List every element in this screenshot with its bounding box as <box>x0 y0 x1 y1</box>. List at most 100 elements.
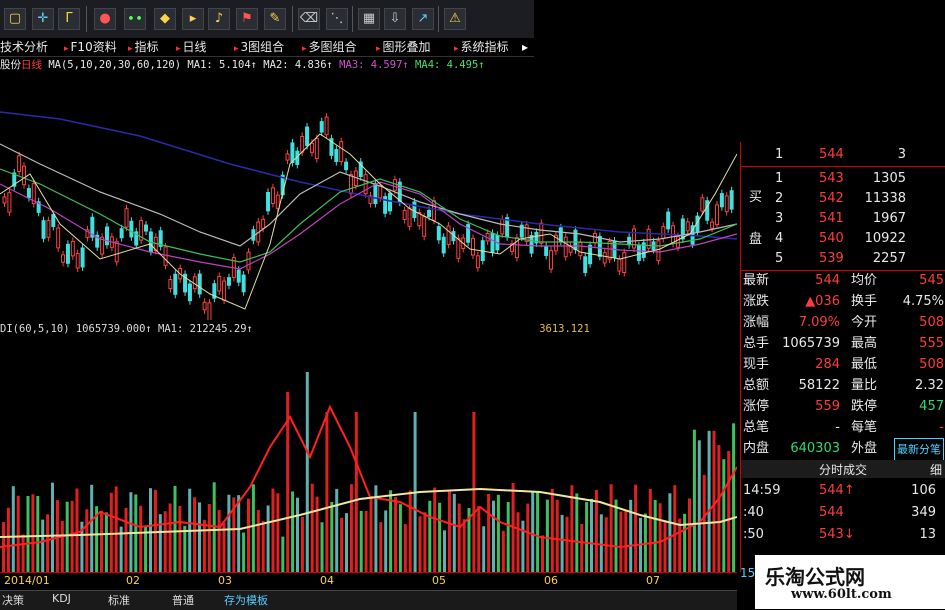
bell-icon[interactable]: ♪ <box>208 8 230 30</box>
tab-kdj[interactable]: KDJ <box>52 592 71 605</box>
volume-bar <box>732 423 736 572</box>
volume-bar <box>394 497 397 572</box>
buy-row: 1 543 1305 <box>775 171 906 186</box>
watermark: 乐淘公式网 www.60lt.com <box>755 555 945 609</box>
volume-bar <box>457 503 461 572</box>
signal-icon[interactable]: ⋱ <box>326 8 348 30</box>
warning-icon[interactable]: ⚠ <box>444 8 466 30</box>
volume-bar <box>452 493 456 572</box>
date-axis: 2014/01 02 03 04 05 06 07 <box>0 572 737 591</box>
tab-normal[interactable]: 普通 <box>172 592 194 608</box>
volume-bar <box>379 522 383 572</box>
indicator-dots-icon[interactable]: ∙∙ <box>124 8 146 30</box>
stat-row: 涨跌 ▲036 换手 4.75% <box>743 294 944 309</box>
candle-body <box>636 245 641 261</box>
volume-bar <box>550 488 554 572</box>
flag-icon[interactable]: ⚑ <box>236 8 258 30</box>
candle-body <box>75 253 80 269</box>
tab-decision[interactable]: 决策 <box>2 592 24 608</box>
volume-bar <box>325 412 329 572</box>
volume-bar <box>335 488 339 572</box>
volume-bar <box>712 430 716 572</box>
menu-indicator[interactable]: ▸ 指标 <box>128 38 159 56</box>
menu-period[interactable]: ▸ 日线 <box>176 38 207 56</box>
tab-save-template[interactable]: 存为模板 <box>224 592 268 608</box>
menu-multi-charts[interactable]: ▸ 多图组合 <box>302 38 357 56</box>
crosshair-icon[interactable]: ✛ <box>32 8 54 30</box>
candlestick-chart[interactable] <box>0 74 737 320</box>
volume-bar <box>124 507 128 572</box>
volume-bar <box>281 536 285 572</box>
candle-body <box>388 192 393 212</box>
candle-body <box>241 274 246 293</box>
volume-bar <box>692 429 696 572</box>
volume-bar <box>271 488 275 572</box>
diamond-icon[interactable]: ◆ <box>154 8 176 30</box>
candle-body <box>285 153 290 161</box>
candle-body <box>666 211 671 230</box>
toolbar: ▢ ✛ Γ ● ∙∙ ◆ ▸ ♪ ⚑ ✎ ⌫ ⋱ ▦ ⇩ ↗ ⚠ <box>0 0 534 39</box>
menu-system-indicator[interactable]: ▸ 系统指标 <box>454 38 509 56</box>
candle-body <box>427 209 432 217</box>
volume-bar <box>560 514 564 572</box>
volume-bar <box>310 483 314 572</box>
stat-row: 最新 544 均价 545 <box>743 273 944 288</box>
bottom-tabs: 决策 KDJ 标准 普通 存为模板 <box>0 590 737 610</box>
tab-standard[interactable]: 标准 <box>108 592 130 608</box>
candle-body <box>392 179 397 191</box>
trend-icon[interactable]: ↗ <box>412 8 434 30</box>
volume-bar <box>433 487 437 572</box>
volume-bar <box>60 520 64 572</box>
candle-body <box>236 269 241 283</box>
date-label: 2014/01 <box>4 574 50 587</box>
volume-bar <box>109 492 113 572</box>
volume-bar <box>384 510 388 572</box>
volume-bar <box>354 412 358 572</box>
candle-body <box>41 220 46 239</box>
candle-body <box>26 188 31 199</box>
candle-body <box>622 252 627 273</box>
volume-bar <box>673 485 677 572</box>
volume-bar <box>599 514 603 572</box>
stat-row: 涨停 559 跌停 457 <box>743 399 944 414</box>
volume-bar <box>291 491 295 572</box>
volume-bar <box>403 524 407 572</box>
download-icon[interactable]: ⇩ <box>384 8 406 30</box>
menu-overlay[interactable]: ▸ 图形叠加 <box>376 38 431 56</box>
stat-row: 总手 1065739 最高 555 <box>743 336 944 351</box>
candle-body <box>163 246 168 266</box>
menu-more-icon[interactable]: ▸ <box>522 38 528 56</box>
candle-body <box>680 218 685 240</box>
volume-bar <box>521 520 525 572</box>
volume-bar <box>575 493 579 572</box>
candle-body <box>7 192 12 213</box>
menu-3-charts[interactable]: ▸ 3图组合 <box>234 38 284 56</box>
pen-icon[interactable]: ✎ <box>264 8 286 30</box>
volume-bar <box>614 499 618 572</box>
volume-bar <box>531 491 535 572</box>
candle-body <box>407 207 412 227</box>
ma-line-yellow <box>0 133 737 310</box>
grid-icon[interactable]: ▦ <box>358 8 380 30</box>
menu-technical[interactable]: 技术分析 <box>0 38 48 56</box>
candle-body <box>402 210 407 220</box>
record-icon[interactable]: ● <box>94 8 116 30</box>
chart-type-icon[interactable]: Γ <box>58 8 80 30</box>
volume-bar <box>340 517 344 572</box>
menu-f10[interactable]: ▸ F10资料 <box>64 38 117 56</box>
candle-body <box>51 214 56 227</box>
stat-row: 内盘 640303 外盘 最新分笔 <box>741 438 945 461</box>
volume-bar <box>202 519 206 572</box>
candle-body <box>168 279 173 290</box>
volume-chart[interactable] <box>0 337 737 572</box>
candle-body <box>197 273 202 295</box>
candle-body <box>187 283 192 302</box>
date-label: 06 <box>544 574 558 587</box>
zoom-icon[interactable]: ▢ <box>4 8 26 30</box>
candle-body <box>314 138 319 160</box>
candle-body <box>124 208 129 228</box>
sell-row: 1 544 3 <box>775 147 906 162</box>
play-icon[interactable]: ▸ <box>182 8 204 30</box>
erase-icon[interactable]: ⌫ <box>298 8 320 30</box>
candle-body <box>65 243 70 264</box>
